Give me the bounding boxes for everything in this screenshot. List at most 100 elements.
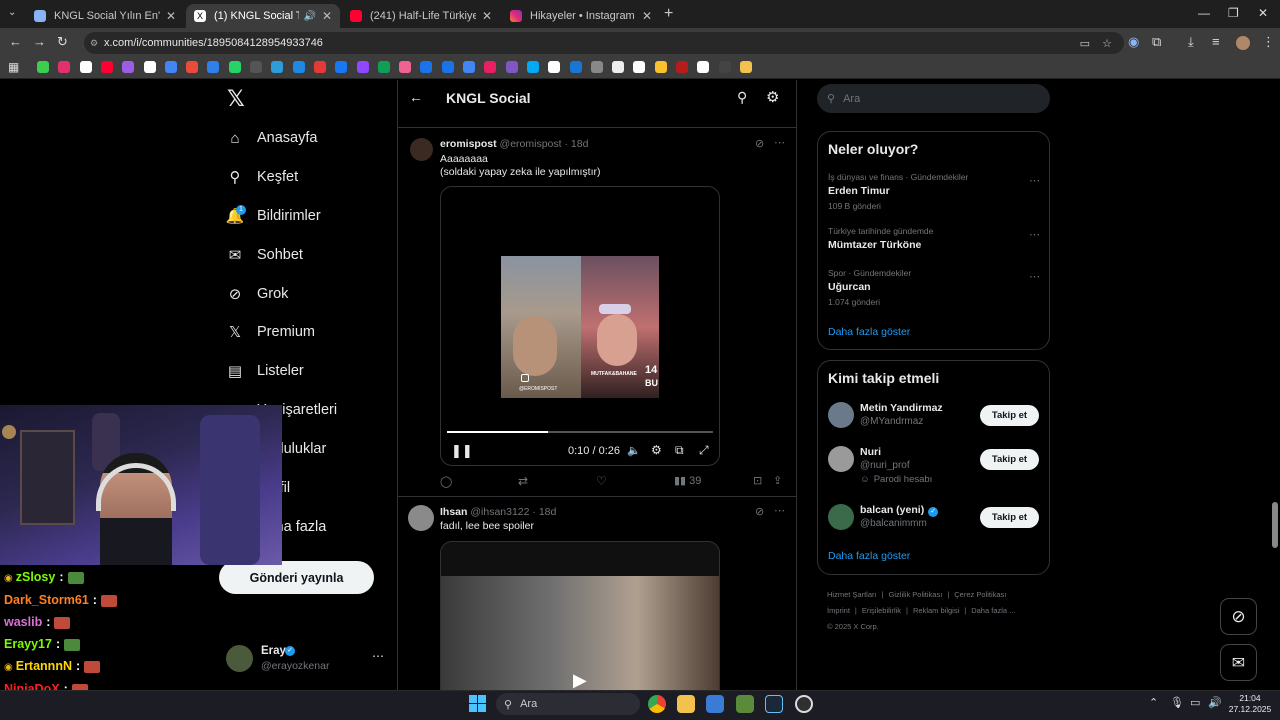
- site-info-icon[interactable]: ⚙: [90, 38, 98, 49]
- tab-close-icon[interactable]: ✕: [642, 9, 652, 23]
- play-button[interactable]: ▶: [573, 670, 587, 690]
- apps-icon[interactable]: ▦: [8, 60, 19, 74]
- follow-button[interactable]: Takip et: [980, 449, 1039, 470]
- bookmark-icon[interactable]: [590, 61, 603, 73]
- chat-username[interactable]: ErtannnN: [16, 659, 72, 673]
- post-time[interactable]: 18d: [571, 138, 589, 150]
- tab-close-icon[interactable]: ✕: [322, 9, 332, 23]
- bookmark-icon[interactable]: [633, 61, 646, 73]
- follow-suggestion[interactable]: balcan (yeni) ✓ @balcanimmm Takip et: [828, 503, 1042, 543]
- browser-tab-3[interactable]: (241) Half-Life Türkiye Şampiyo ✕: [342, 4, 500, 28]
- footer-link[interactable]: Erişilebilirlik: [862, 606, 901, 615]
- post-author[interactable]: eromispost: [440, 138, 497, 150]
- browser-tab-4[interactable]: Hikayeler • Instagram ✕: [502, 4, 660, 28]
- nav-item-search[interactable]: ⚲ Keşfet: [226, 168, 299, 186]
- nav-item-list[interactable]: ▤ Listeler: [226, 362, 304, 380]
- video-progress-track[interactable]: [447, 431, 713, 433]
- bookmark-icon[interactable]: [207, 61, 220, 73]
- network-icon[interactable]: ▭: [1190, 696, 1200, 709]
- chrome-icon[interactable]: [648, 695, 666, 713]
- clock[interactable]: 21:04 27.12.2025: [1228, 693, 1272, 715]
- video-player[interactable]: ▶: [440, 541, 720, 690]
- post-button[interactable]: Gönderi yayınla: [219, 561, 374, 594]
- footer-link[interactable]: Hizmet Şartları: [827, 590, 877, 599]
- pause-button[interactable]: ❚❚: [451, 443, 473, 459]
- footer-link[interactable]: İmprint: [827, 606, 850, 615]
- footer-link[interactable]: © 2025 X Corp.: [827, 622, 879, 631]
- bookmark-icon[interactable]: [58, 61, 71, 73]
- bookmark-icon[interactable]: [612, 61, 625, 73]
- bookmark-icon[interactable]: [377, 61, 390, 73]
- store-icon[interactable]: [706, 695, 724, 713]
- post-author[interactable]: Ihsan: [440, 506, 467, 518]
- bookmark-icon[interactable]: [228, 61, 241, 73]
- video-player[interactable]: @EROMISPOST MUTFAK&BAHANE 14 BU ❚❚ 0:10 …: [440, 186, 720, 466]
- bookmark-icon[interactable]: [356, 61, 369, 73]
- follow-suggestion[interactable]: Nuri @nuri_prof ☺ Parodi hesabı Takip et: [828, 445, 1042, 485]
- bookmark-icon[interactable]: [420, 61, 433, 73]
- bookmark-icon[interactable]: [718, 61, 731, 73]
- reload-button[interactable]: ↻: [57, 34, 68, 50]
- menu-icon[interactable]: ⋮: [1262, 34, 1275, 50]
- tab-close-icon[interactable]: ✕: [166, 9, 176, 23]
- puzzle-icon[interactable]: ⧉: [1152, 34, 1161, 50]
- share-icon[interactable]: ⇪: [773, 474, 782, 487]
- follow-button[interactable]: Takip et: [980, 507, 1039, 528]
- x-logo-icon[interactable]: 𝕏: [227, 86, 245, 112]
- reading-list-icon[interactable]: ≡: [1212, 34, 1220, 49]
- bookmark-icon[interactable]: [484, 61, 497, 73]
- post-time[interactable]: 18d: [539, 506, 557, 518]
- grok-icon[interactable]: ⊘: [755, 505, 764, 518]
- maximize-button[interactable]: ❐: [1228, 6, 1239, 20]
- chat-username[interactable]: zSlosy: [16, 570, 56, 584]
- extension-icon[interactable]: ◉: [1128, 34, 1139, 50]
- star-icon[interactable]: ☆: [1102, 37, 1112, 50]
- volume-icon[interactable]: 🔊: [1208, 696, 1222, 709]
- reply-icon[interactable]: ◯: [440, 475, 452, 488]
- more-icon[interactable]: ⋯: [372, 649, 384, 663]
- bookmark-icon[interactable]: [441, 61, 454, 73]
- more-icon[interactable]: ⋯: [774, 136, 785, 149]
- bookmark-icon[interactable]: [143, 61, 156, 73]
- follow-suggestion[interactable]: Metin Yandirmaz @MYandrmaz Takip et: [828, 401, 1042, 441]
- tab-search-button[interactable]: ⌄: [8, 7, 16, 18]
- more-icon[interactable]: ⋯: [1029, 228, 1040, 241]
- follow-button[interactable]: Takip et: [980, 405, 1039, 426]
- minimize-button[interactable]: —: [1198, 6, 1210, 20]
- post-handle[interactable]: @eromispost: [500, 138, 562, 150]
- nav-item-x-logo[interactable]: 𝕏 Premium: [226, 323, 315, 341]
- messages-fab[interactable]: ✉: [1220, 644, 1257, 681]
- repost-icon[interactable]: ⇄: [518, 474, 528, 488]
- like-icon[interactable]: ♡: [596, 474, 607, 488]
- obs-icon[interactable]: [795, 695, 813, 713]
- footer-link[interactable]: Reklam bilgisi: [913, 606, 959, 615]
- show-more-link[interactable]: Daha fazla göster: [828, 326, 910, 338]
- fullscreen-icon[interactable]: ⤢: [699, 443, 709, 458]
- bookmark-icon[interactable]: [122, 61, 135, 73]
- volume-icon[interactable]: 🔈: [627, 444, 641, 457]
- download-icon[interactable]: ⤓: [1188, 34, 1194, 50]
- nav-item-grok[interactable]: ⊘ Grok: [226, 285, 289, 303]
- game-icon[interactable]: [736, 695, 754, 713]
- footer-link[interactable]: Gizlilik Politikası: [889, 590, 943, 599]
- more-icon[interactable]: ⋯: [1029, 270, 1040, 283]
- bookmark-icon[interactable]: [37, 61, 49, 73]
- views-icon[interactable]: ▮▮ 39: [674, 474, 701, 487]
- settings-icon[interactable]: ⚙: [651, 443, 662, 457]
- bookmark-icon[interactable]: [676, 61, 688, 73]
- bookmark-icon[interactable]: [569, 61, 582, 73]
- address-bar[interactable]: ⚙ x.com/i/communities/189508412895493374…: [84, 32, 1124, 54]
- profile-avatar[interactable]: [1236, 36, 1250, 50]
- footer-link[interactable]: Daha fazla ...: [971, 606, 1015, 615]
- chat-username[interactable]: Dark_Storm61: [4, 593, 89, 607]
- taskbar-search[interactable]: ⚲ Ara: [496, 693, 640, 715]
- tray-chevron-icon[interactable]: ⌃: [1149, 696, 1158, 709]
- cast-icon[interactable]: ▭: [1080, 37, 1090, 50]
- pip-icon[interactable]: ⧉: [675, 443, 684, 458]
- trend-item[interactable]: Türkiye tarihinde gündemde Mümtazer Türkö…: [828, 226, 1040, 266]
- forward-button[interactable]: →: [33, 34, 46, 49]
- bookmark-icon[interactable]: [292, 61, 305, 73]
- chat-username[interactable]: waslib: [4, 615, 42, 629]
- tab-close-icon[interactable]: ✕: [482, 9, 492, 23]
- footer-link[interactable]: Çerez Politikası: [954, 590, 1006, 599]
